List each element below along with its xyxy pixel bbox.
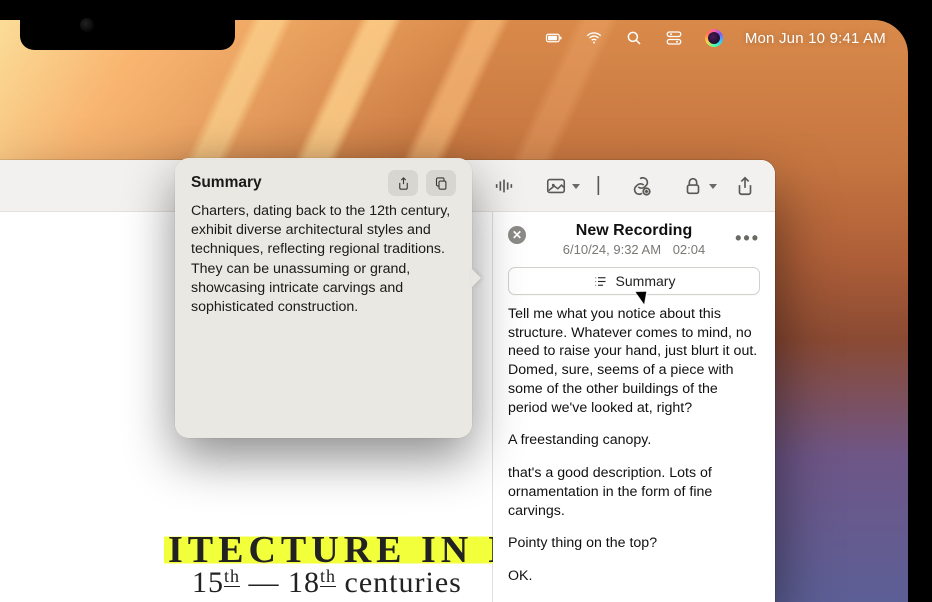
- display-notch: [20, 0, 235, 50]
- transcript-paragraph: A freestanding canopy.: [508, 431, 760, 450]
- cursor-pointer-icon: [639, 288, 653, 306]
- recording-duration: 02:04: [673, 242, 706, 257]
- toolbar-divider: |: [596, 174, 601, 197]
- camera-icon: [80, 18, 94, 32]
- desktop-screen: Mon Jun 10 9:41 AM |: [0, 20, 908, 602]
- siri-icon[interactable]: [705, 29, 723, 47]
- clock-datetime[interactable]: Mon Jun 10 9:41 AM: [745, 30, 886, 47]
- media-menu-button[interactable]: [544, 174, 568, 198]
- recording-title: New Recording: [576, 222, 692, 240]
- link-add-button[interactable]: [629, 174, 653, 198]
- share-button[interactable]: [733, 174, 757, 198]
- spotlight-search-icon[interactable]: [625, 29, 643, 47]
- wifi-icon[interactable]: [585, 29, 603, 47]
- popover-copy-button[interactable]: [426, 170, 456, 196]
- close-transcript-button[interactable]: ✕: [508, 226, 526, 244]
- summary-popover: Summary Chart: [175, 158, 472, 438]
- audio-record-button[interactable]: [492, 174, 516, 198]
- summary-button-label: Summary: [616, 273, 676, 289]
- device-bezel: Mon Jun 10 9:41 AM |: [0, 0, 932, 602]
- transcript-text: Tell me what you notice about this struc…: [508, 305, 760, 600]
- control-center-icon[interactable]: [665, 29, 683, 47]
- more-options-button[interactable]: •••: [735, 228, 760, 249]
- summary-button[interactable]: Summary: [508, 267, 760, 295]
- popover-body: Charters, dating back to the 12th centur…: [191, 202, 456, 317]
- popover-title: Summary: [191, 174, 388, 192]
- recording-date: 6/10/24, 9:32 AM: [563, 242, 661, 257]
- battery-icon[interactable]: [545, 29, 563, 47]
- popover-share-button[interactable]: [388, 170, 418, 196]
- transcript-paragraph: Pointy thing on the top?: [508, 534, 760, 553]
- transcript-panel: ✕ New Recording ••• 6/10/24, 9:32 AM 02:…: [493, 212, 775, 602]
- transcript-paragraph: OK.: [508, 567, 760, 586]
- lock-menu-button[interactable]: [681, 174, 705, 198]
- transcript-paragraph: Tell me what you notice about this struc…: [508, 305, 760, 417]
- handwritten-subtitle: 15th — 18th centuries: [90, 532, 462, 602]
- recording-meta: 6/10/24, 9:32 AM 02:04: [508, 242, 760, 257]
- transcript-paragraph: that's a good description. Lots of ornam…: [508, 464, 760, 520]
